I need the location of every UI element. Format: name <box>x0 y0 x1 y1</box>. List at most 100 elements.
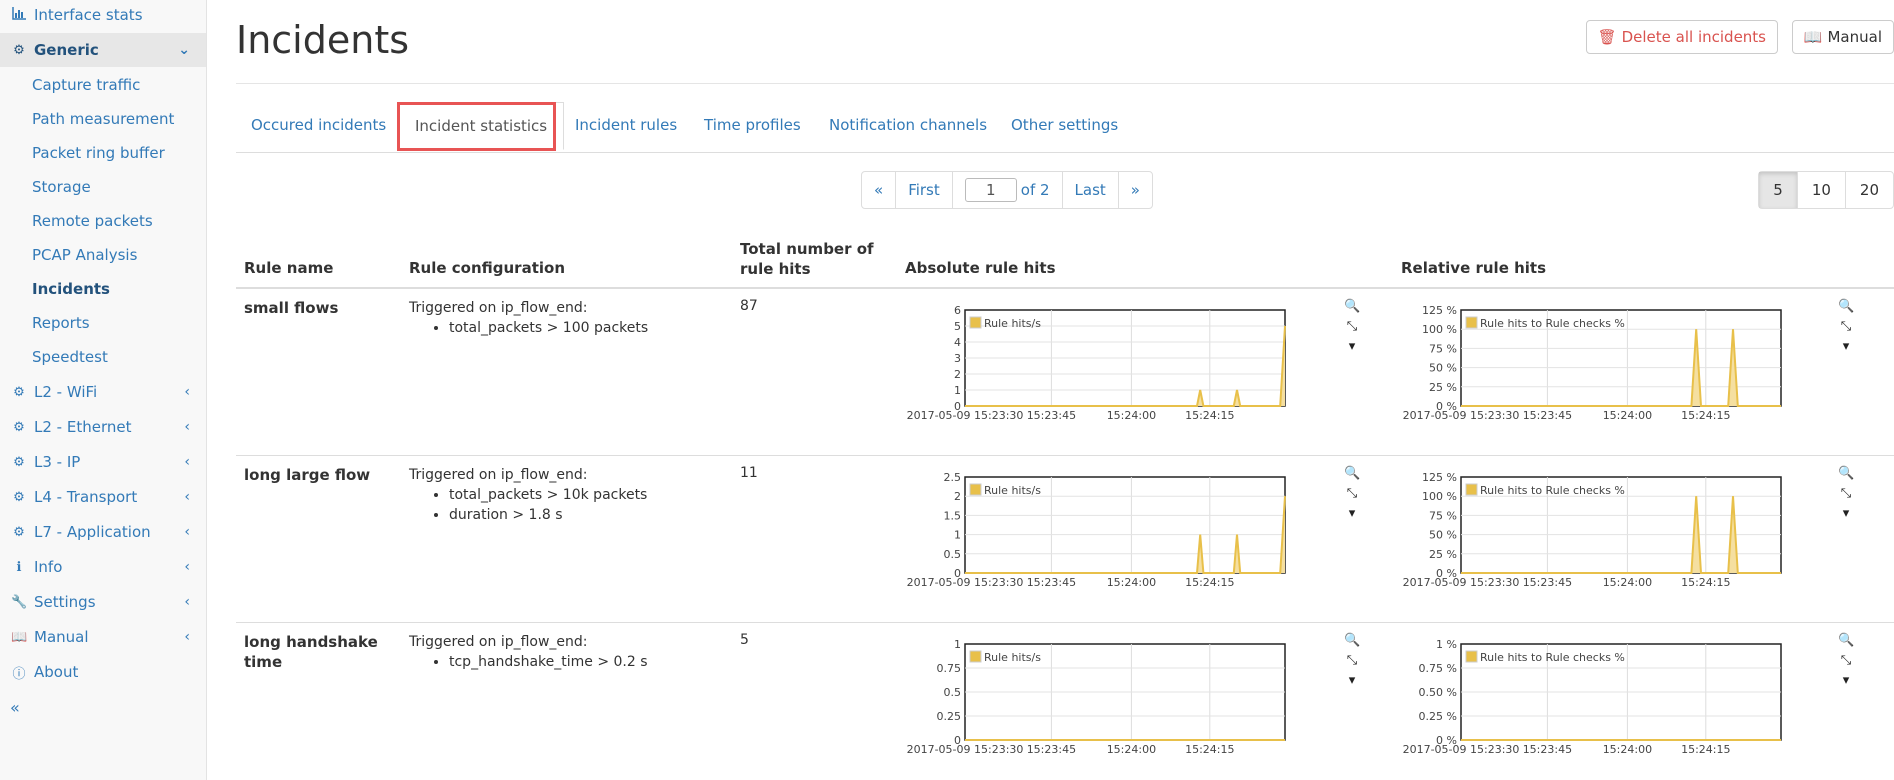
sidebar-item-label: L3 - IP <box>34 453 81 471</box>
page-size-5[interactable]: 5 <box>1759 172 1797 208</box>
delete-all-incidents-button[interactable]: 🗑 Delete all incidents <box>1585 20 1778 54</box>
page-size-20[interactable]: 20 <box>1844 172 1893 208</box>
chevron-left-icon: ‹ <box>184 489 190 505</box>
page-size-selector: 5 10 20 <box>1758 171 1894 209</box>
sidebar-item-l7-application[interactable]: ⚙ L7 - Application ‹ <box>0 515 206 549</box>
sidebar-item-path-measurement[interactable]: Path measurement <box>32 110 174 128</box>
tab-other-settings[interactable]: Other settings <box>1011 116 1118 134</box>
chart-tools: 🔍 ⤡ ▾ <box>1838 466 1854 526</box>
last-page-button[interactable]: Last <box>1061 172 1118 208</box>
sidebar-item-incidents[interactable]: Incidents <box>32 280 110 298</box>
main-content: Incidents 🗑 Delete all incidents 📖 Manua… <box>236 0 1894 780</box>
compress-icon[interactable]: ⤡ <box>1838 653 1854 673</box>
relative-hits-chart[interactable]: 2017-05-09 15:23:30 15:23:45 15:24:00 15:24… <box>1401 627 1791 771</box>
absolute-hits-chart[interactable]: 2017-05-09 15:23:30 15:23:45 15:24:00 15:24… <box>905 627 1295 771</box>
sidebar-item-interface-stats[interactable]: Interface stats <box>0 0 206 30</box>
x-tick-label: 15:24:00 <box>1107 576 1156 589</box>
caret-down-icon[interactable]: ▾ <box>1344 339 1360 359</box>
sidebar-item-packet-ring-buffer[interactable]: Packet ring buffer <box>32 144 165 162</box>
sidebar-item-capture-traffic[interactable]: Capture traffic <box>32 76 140 94</box>
chart-svg: 2017-05-09 15:23:30 15:23:45 15:24:00 15:24… <box>1403 471 1782 589</box>
trash-icon: 🗑 <box>1597 28 1617 46</box>
sidebar-item-label: About <box>34 663 79 681</box>
gear-icon: ⚙ <box>13 454 25 470</box>
zoom-icon[interactable]: 🔍 <box>1344 466 1360 486</box>
page-number-input[interactable] <box>964 178 1017 202</box>
sidebar-item-l2-ethernet[interactable]: ⚙ L2 - Ethernet ‹ <box>0 410 206 444</box>
x-tick-label: 15:24:15 <box>1681 576 1730 589</box>
sidebar-item-remote-packets[interactable]: Remote packets <box>32 212 153 230</box>
sidebar-item-l2-wifi[interactable]: ⚙ L2 - WiFi ‹ <box>0 375 206 409</box>
caret-down-icon[interactable]: ▾ <box>1838 673 1854 693</box>
caret-down-icon[interactable]: ▾ <box>1838 506 1854 526</box>
zoom-icon[interactable]: 🔍 <box>1344 299 1360 319</box>
sidebar-item-info[interactable]: ℹ Info ‹ <box>0 550 206 584</box>
relative-hits-chart[interactable]: 2017-05-09 15:23:30 15:23:45 15:24:00 15:24… <box>1401 293 1791 437</box>
compress-icon[interactable]: ⤡ <box>1838 486 1854 506</box>
caret-down-icon[interactable]: ▾ <box>1838 339 1854 359</box>
sidebar-item-storage[interactable]: Storage <box>32 178 91 196</box>
y-tick-label: 25 % <box>1429 381 1457 394</box>
y-tick-label: 125 % <box>1422 471 1457 484</box>
sidebar-collapse-button[interactable]: « <box>0 690 206 724</box>
chevron-left-icon: ‹ <box>184 524 190 540</box>
relative-hits-chart[interactable]: 2017-05-09 15:23:30 15:23:45 15:24:00 15:24… <box>1401 460 1791 604</box>
compress-icon[interactable]: ⤡ <box>1344 319 1360 339</box>
sidebar-item-l4-transport[interactable]: ⚙ L4 - Transport ‹ <box>0 480 206 514</box>
y-tick-label: 0 <box>954 400 961 413</box>
absolute-hits-chart[interactable]: 2017-05-09 15:23:30 15:23:45 15:24:00 15:24… <box>905 460 1295 604</box>
absolute-hits-chart[interactable]: 2017-05-09 15:23:30 15:23:45 15:24:00 15:24… <box>905 293 1295 437</box>
compress-icon[interactable]: ⤡ <box>1344 653 1360 673</box>
sidebar-item-manual[interactable]: 📖 Manual ‹ <box>0 620 206 654</box>
sidebar-item-pcap-analysis[interactable]: PCAP Analysis <box>32 246 137 264</box>
compress-icon[interactable]: ⤡ <box>1838 319 1854 339</box>
sidebar-item-l3-ip[interactable]: ⚙ L3 - IP ‹ <box>0 445 206 479</box>
sidebar-item-generic[interactable]: ⚙ Generic ⌄ <box>0 33 206 67</box>
zoom-icon[interactable]: 🔍 <box>1344 633 1360 653</box>
zoom-icon[interactable]: 🔍 <box>1838 466 1854 486</box>
sidebar-item-about[interactable]: ⓘ About <box>0 655 206 689</box>
tab-time-profiles[interactable]: Time profiles <box>704 116 801 134</box>
y-tick-label: 75 % <box>1429 342 1457 355</box>
tab-occured-incidents[interactable]: Occured incidents <box>251 116 386 134</box>
x-tick-label: 15:23:45 <box>1027 576 1076 589</box>
sidebar-item-settings[interactable]: 🔧 Settings ‹ <box>0 585 206 619</box>
manual-button[interactable]: 📖 Manual <box>1791 20 1894 54</box>
divider <box>236 83 1894 84</box>
x-tick-label: 15:23:45 <box>1523 743 1572 756</box>
prev-page-button[interactable]: « <box>862 172 895 208</box>
tab-notification-channels[interactable]: Notification channels <box>829 116 987 134</box>
chart-svg: 2017-05-09 15:23:30 15:23:45 15:24:00 15:24… <box>907 471 1286 589</box>
x-tick-label: 15:24:15 <box>1185 409 1234 422</box>
caret-down-icon[interactable]: ▾ <box>1344 506 1360 526</box>
rule-configuration: Triggered on ip_flow_end: total_packets >… <box>409 465 647 525</box>
next-page-button[interactable]: » <box>1117 172 1152 208</box>
condition-item: tcp_handshake_time > 0.2 s <box>449 652 648 672</box>
info-circle-icon: ⓘ <box>12 666 26 682</box>
tab-incident-rules[interactable]: Incident rules <box>575 116 677 134</box>
y-tick-label: 1 <box>954 638 961 651</box>
sidebar-item-reports[interactable]: Reports <box>32 314 90 332</box>
x-tick-label: 15:24:15 <box>1681 409 1730 422</box>
gear-icon: ⚙ <box>13 384 25 400</box>
caret-down-icon[interactable]: ▾ <box>1344 673 1360 693</box>
x-tick-label: 15:24:15 <box>1681 743 1730 756</box>
legend-swatch <box>1465 650 1478 663</box>
condition-item: duration > 1.8 s <box>449 505 647 525</box>
sidebar-item-speedtest[interactable]: Speedtest <box>32 348 108 366</box>
y-tick-label: 125 % <box>1422 304 1457 317</box>
condition-list: tcp_handshake_time > 0.2 s <box>409 652 648 672</box>
x-tick-label: 2017-05-09 15:23:30 <box>907 409 1024 422</box>
y-tick-label: 25 % <box>1429 548 1457 561</box>
x-tick-label: 2017-05-09 15:23:30 <box>1403 409 1520 422</box>
page-count: of 2 <box>1020 181 1050 199</box>
y-tick-label: 0 <box>954 734 961 747</box>
zoom-icon[interactable]: 🔍 <box>1838 633 1854 653</box>
sidebar-item-label: L4 - Transport <box>34 488 138 506</box>
zoom-icon[interactable]: 🔍 <box>1838 299 1854 319</box>
first-page-button[interactable]: First <box>895 172 952 208</box>
sidebar-item-label: Interface stats <box>34 6 143 24</box>
compress-icon[interactable]: ⤡ <box>1344 486 1360 506</box>
page-size-10[interactable]: 10 <box>1796 172 1845 208</box>
chevron-left-icon: ‹ <box>184 594 190 610</box>
